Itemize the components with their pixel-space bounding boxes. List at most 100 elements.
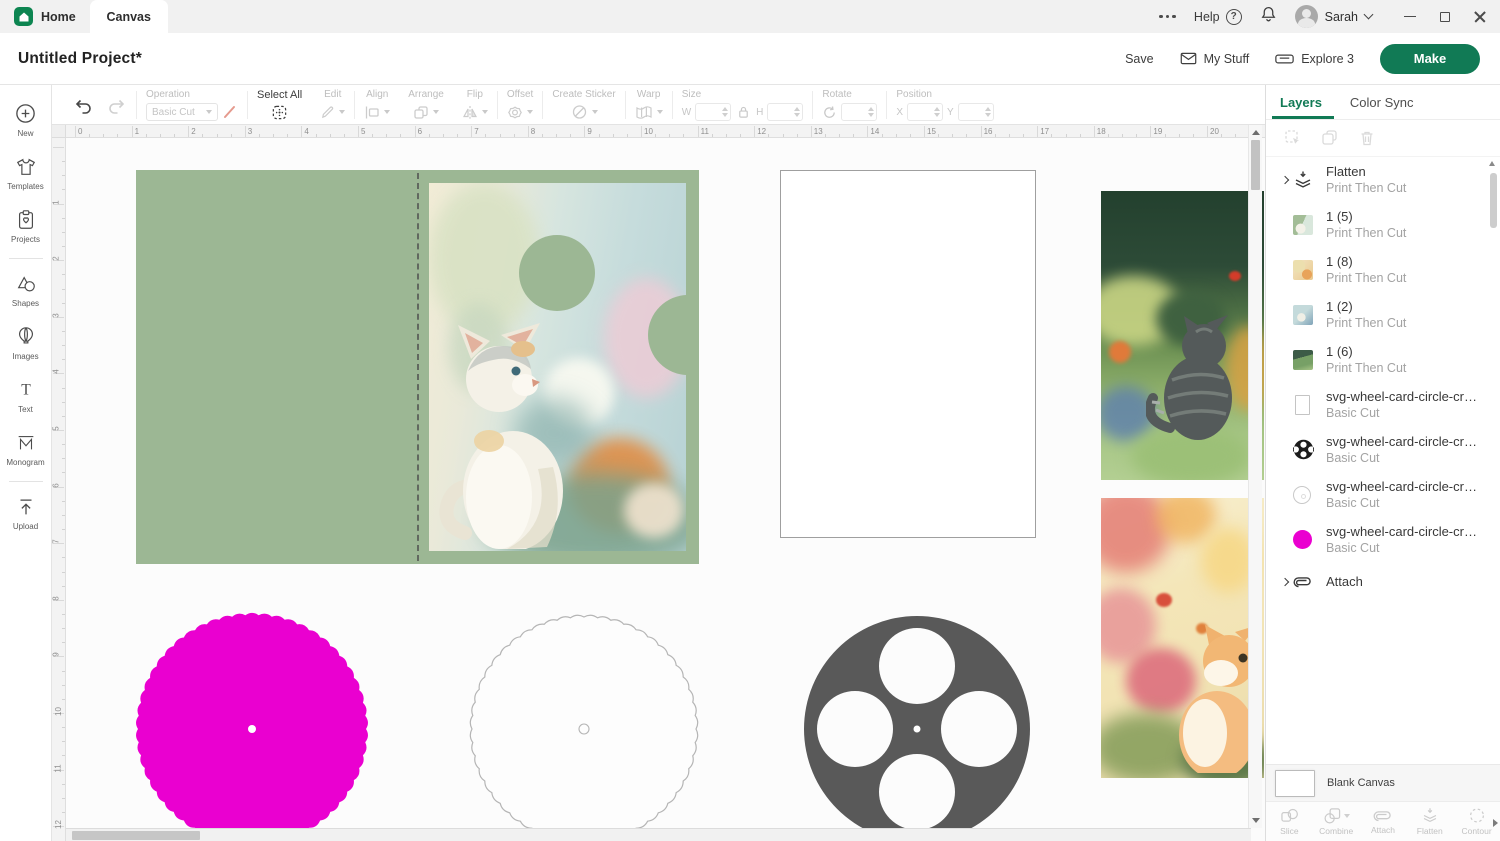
edit-button[interactable] (320, 103, 345, 121)
rotate-icon[interactable] (822, 105, 837, 120)
layer-row-flatten[interactable]: FlattenPrint Then Cut (1266, 157, 1500, 202)
redo-icon[interactable] (107, 97, 127, 115)
sidebar-item-templates[interactable]: Templates (0, 147, 51, 200)
layer-row-magenta-circle[interactable]: svg-wheel-card-circle-cr…Basic Cut (1266, 517, 1500, 562)
maximize-button[interactable] (1440, 12, 1450, 22)
make-button[interactable]: Make (1380, 44, 1480, 74)
garden-cat-image[interactable] (1101, 191, 1264, 480)
sidebar-item-monogram[interactable]: Monogram (0, 423, 51, 476)
flip-button[interactable] (462, 103, 488, 121)
layer-row-image[interactable]: 1 (6)Print Then Cut (1266, 337, 1500, 382)
warp-label: Warp (637, 89, 661, 100)
tab-canvas[interactable]: Canvas (90, 0, 168, 33)
layer-row-rect[interactable]: svg-wheel-card-circle-cr…Basic Cut (1266, 382, 1500, 427)
overflow-menu-icon[interactable] (1159, 15, 1176, 19)
combine-button[interactable]: Combine (1313, 802, 1360, 841)
operation-select[interactable]: Basic Cut (146, 103, 218, 121)
arrange-button[interactable] (413, 103, 439, 121)
warp-button[interactable] (635, 103, 663, 121)
close-button[interactable] (1474, 11, 1486, 23)
layer-row-image[interactable]: 1 (8)Print Then Cut (1266, 247, 1500, 292)
create-sticker-label: Create Sticker (552, 89, 615, 100)
x-input[interactable] (907, 103, 943, 121)
undo-icon[interactable] (73, 97, 93, 115)
expand-chevron-icon[interactable] (1280, 578, 1288, 586)
edit-label: Edit (324, 89, 341, 100)
select-all-label: Select All (257, 89, 302, 101)
slice-button[interactable]: Slice (1266, 802, 1313, 841)
account-menu[interactable]: Sarah (1295, 5, 1372, 28)
overflow-arrow-icon[interactable] (1493, 819, 1498, 827)
explore-machine-button[interactable]: Explore 3 (1275, 52, 1354, 66)
pen-color-icon[interactable] (222, 104, 238, 120)
tab-color-sync[interactable]: Color Sync (1336, 95, 1428, 110)
sidebar-item-projects[interactable]: Projects (0, 200, 51, 253)
caret-down-icon (527, 110, 533, 114)
canvas-horizontal-scrollbar[interactable] (66, 828, 1251, 841)
layer-thumbnail (1293, 215, 1313, 235)
layer-thumbnail-magenta-circle (1293, 530, 1312, 549)
warp-icon (635, 105, 653, 120)
width-input[interactable] (695, 103, 731, 121)
tshirt-icon (15, 156, 37, 178)
height-input[interactable] (767, 103, 803, 121)
fold-dashed-line (417, 173, 419, 561)
monogram-icon (15, 432, 37, 454)
canvas-vertical-scrollbar[interactable] (1248, 125, 1262, 828)
lock-icon[interactable] (737, 105, 750, 119)
sidebar-item-shapes[interactable]: Shapes (0, 264, 51, 317)
green-card-shape[interactable] (136, 170, 699, 564)
layer-row-image[interactable]: 1 (2)Print Then Cut (1266, 292, 1500, 337)
floral-cat-image[interactable] (1101, 498, 1264, 778)
flatten-button[interactable]: Flatten (1406, 802, 1453, 841)
sidebar-item-upload[interactable]: Upload (0, 487, 51, 540)
layer-row-wheel[interactable]: svg-wheel-card-circle-cr…Basic Cut (1266, 427, 1500, 472)
help-button[interactable]: Help ? (1194, 9, 1242, 25)
operation-group: Operation Basic Cut (137, 89, 247, 121)
layer-row-attach[interactable]: Attach (1266, 562, 1500, 602)
attach-button[interactable]: Attach (1360, 802, 1407, 841)
sidebar-item-new[interactable]: New (0, 93, 51, 147)
tab-layers[interactable]: Layers (1266, 95, 1336, 110)
sidebar-item-images[interactable]: Images (0, 317, 51, 370)
align-button[interactable] (364, 103, 390, 121)
my-stuff-button[interactable]: My Stuff (1180, 51, 1250, 66)
select-all-group: Select All (248, 89, 311, 121)
panel-scrollbar[interactable] (1489, 159, 1498, 759)
caret-down-icon (433, 110, 439, 114)
vertical-ruler: 123456789101112 (52, 138, 66, 841)
blank-canvas-row[interactable]: Blank Canvas (1266, 764, 1500, 801)
layer-row-image[interactable]: 1 (5)Print Then Cut (1266, 202, 1500, 247)
select-all-icon[interactable] (271, 104, 288, 121)
save-button[interactable]: Save (1125, 52, 1154, 66)
delete-trash-icon[interactable] (1358, 129, 1376, 147)
combine-icon (1323, 807, 1342, 824)
position-group: Position X Y (887, 89, 1002, 121)
offset-button[interactable] (507, 103, 533, 121)
svg-text:T: T (21, 382, 31, 399)
layer-thumbnail-wheel (1293, 439, 1314, 460)
design-canvas[interactable]: 01234567891011121314151617181920 1234567… (52, 125, 1265, 841)
x-label: X (896, 107, 903, 118)
rotate-input[interactable] (841, 103, 877, 121)
minimize-button[interactable] (1404, 16, 1416, 18)
white-rectangle-shape[interactable] (780, 170, 1036, 538)
balloon-icon (15, 326, 37, 348)
notifications-bell-icon[interactable] (1260, 5, 1277, 28)
top-window-bar: Home Canvas Help ? Sarah (0, 0, 1500, 33)
y-input[interactable] (958, 103, 994, 121)
layer-thumbnail-rectangle (1295, 395, 1310, 415)
align-group: Align (355, 89, 399, 121)
tab-home[interactable]: Home (0, 0, 90, 33)
expand-chevron-icon[interactable] (1280, 175, 1288, 183)
caret-down-icon (592, 110, 598, 114)
sidebar-item-text[interactable]: T Text (0, 370, 51, 423)
layer-row-circle[interactable]: svg-wheel-card-circle-cr…Basic Cut (1266, 472, 1500, 517)
create-sticker-button[interactable] (571, 103, 598, 121)
select-layers-icon[interactable] (1284, 129, 1302, 147)
help-label: Help (1194, 10, 1220, 24)
arrange-icon (413, 105, 429, 120)
layer-tools-bar: Slice Combine Attach Flatten Contour (1266, 801, 1500, 841)
duplicate-icon[interactable] (1321, 129, 1339, 147)
project-title[interactable]: Untitled Project* (0, 50, 142, 68)
